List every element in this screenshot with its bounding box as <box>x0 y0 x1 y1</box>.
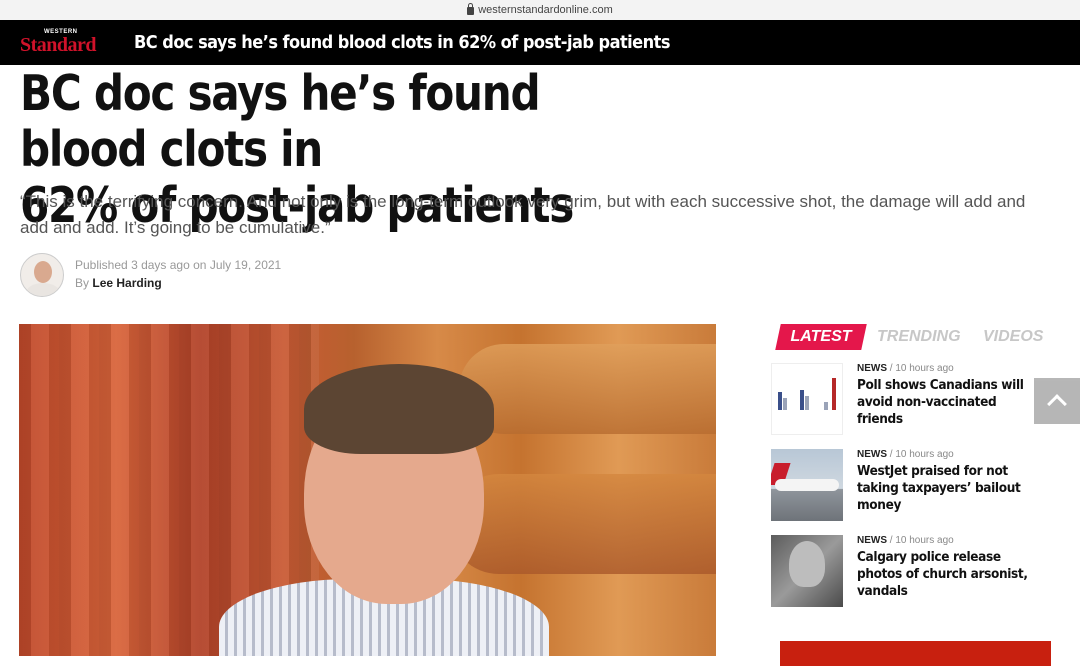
address-bar[interactable]: westernstandardonline.com <box>0 0 1080 20</box>
byline: By Lee Harding <box>75 276 162 290</box>
item-title[interactable]: Calgary police release photos of church … <box>857 549 1037 600</box>
item-title[interactable]: WestJet praised for not taking taxpayers… <box>857 463 1037 514</box>
sticky-article-title: BC doc says he’s found blood clots in 62… <box>134 32 670 53</box>
url-text: westernstandardonline.com <box>478 4 613 16</box>
item-time: 10 hours ago <box>895 535 954 546</box>
headline-line-1: BC doc says he’s found blood clots in <box>20 65 541 178</box>
published-line: Published 3 days ago on July 19, 2021 <box>75 258 281 272</box>
avatar-shoulders <box>26 283 60 296</box>
published-prefix: Published <box>75 258 128 272</box>
published-relative: 3 days ago <box>131 258 190 272</box>
item-separator: / <box>889 535 893 546</box>
item-meta: NEWS / 10 hours ago <box>857 449 954 460</box>
sidebar-news-item[interactable]: NEWS / 10 hours ago WestJet praised for … <box>771 449 1061 521</box>
author-link[interactable]: Lee Harding <box>92 276 161 290</box>
log-wall-bottom <box>449 474 716 574</box>
sidebar-promo-banner[interactable] <box>780 641 1051 666</box>
published-on: on <box>193 258 207 272</box>
speaker-hair <box>304 364 494 454</box>
item-category[interactable]: NEWS <box>857 363 887 374</box>
logo-wordmark: Standard <box>20 33 97 56</box>
airplane-thumbnail-icon[interactable] <box>771 449 843 521</box>
chart-thumbnail-icon[interactable] <box>771 363 843 435</box>
lock-icon <box>467 3 475 15</box>
item-separator: / <box>889 449 893 460</box>
item-time: 10 hours ago <box>895 363 954 374</box>
article-dek: “This is the terrifying concern. And not… <box>20 192 1026 237</box>
tab-latest[interactable]: LATEST <box>775 324 867 350</box>
by-prefix: By <box>75 276 90 290</box>
scroll-to-top-button[interactable] <box>1034 378 1080 424</box>
log-wall-top <box>459 344 716 434</box>
plane-body <box>775 479 839 491</box>
site-logo[interactable]: WESTERN Standard <box>20 28 116 58</box>
author-avatar[interactable] <box>20 253 64 297</box>
avatar-face <box>34 261 52 283</box>
sticky-header: WESTERN Standard BC doc says he’s found … <box>0 20 1080 65</box>
masked-figure <box>789 541 825 587</box>
published-date: July 19, 2021 <box>209 258 282 272</box>
item-title[interactable]: Poll shows Canadians will avoid non-vacc… <box>857 377 1037 428</box>
sidebar-news-item[interactable]: NEWS / 10 hours ago Calgary police relea… <box>771 535 1061 607</box>
sidebar-news-item[interactable]: NEWS / 10 hours ago Poll shows Canadians… <box>771 363 1061 435</box>
item-separator: / <box>889 363 893 374</box>
security-camera-thumbnail-icon[interactable] <box>771 535 843 607</box>
sidebar-tabs: LATEST TRENDING VIDEOS <box>775 324 1058 350</box>
tab-latest-label: LATEST <box>790 328 852 345</box>
hero-image <box>19 324 716 656</box>
item-category[interactable]: NEWS <box>857 535 887 546</box>
item-category[interactable]: NEWS <box>857 449 887 460</box>
item-meta: NEWS / 10 hours ago <box>857 363 954 374</box>
item-time: 10 hours ago <box>895 449 954 460</box>
item-meta: NEWS / 10 hours ago <box>857 535 954 546</box>
chevron-up-icon <box>1047 394 1067 414</box>
tab-trending[interactable]: TRENDING <box>877 324 961 350</box>
tab-videos[interactable]: VIDEOS <box>983 324 1043 350</box>
